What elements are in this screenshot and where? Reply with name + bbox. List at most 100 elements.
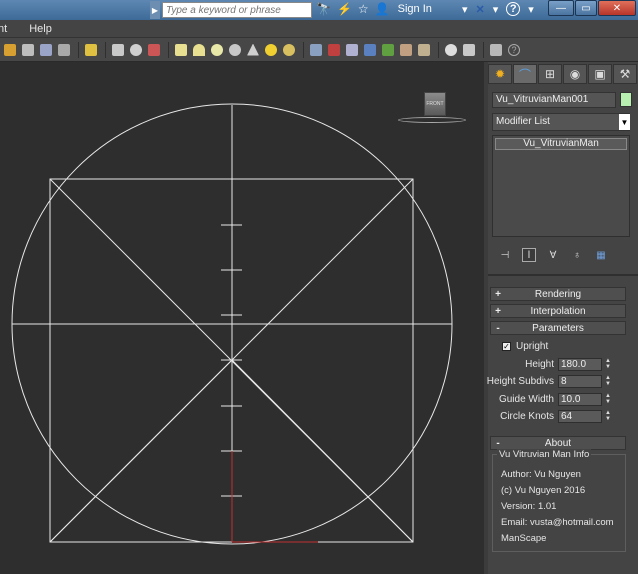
layer-manager-icon[interactable]: [22, 43, 34, 56]
about-version: Version: 1.01: [501, 501, 557, 512]
height-subdivs-spinner-icon[interactable]: ▲ ▼: [604, 375, 612, 388]
help-button[interactable]: ?: [506, 2, 521, 16]
maxscript-icon[interactable]: [490, 43, 502, 56]
circle-knots-spinner-icon[interactable]: ▲ ▼: [604, 410, 612, 423]
search-area: ▶: [150, 1, 312, 19]
modifier-list-dropdown[interactable]: Modifier List ▼: [492, 113, 630, 131]
make-unique-icon[interactable]: ∀: [546, 248, 560, 262]
binoculars-icon[interactable]: 🔭: [316, 2, 331, 16]
upright-label: Upright: [516, 341, 549, 352]
remove-modifier-icon[interactable]: ♁: [570, 248, 584, 262]
rollout-title: Rendering: [534, 288, 582, 300]
menu-item-edit[interactable]: nt: [0, 23, 17, 35]
systems-icon[interactable]: [400, 43, 412, 56]
sun-icon[interactable]: [265, 43, 277, 56]
chevron-down-icon[interactable]: ▼: [619, 114, 630, 130]
help-dropdown-icon[interactable]: ▾: [528, 3, 534, 16]
link-icon[interactable]: [310, 43, 322, 56]
toolbar-separator: [483, 41, 484, 58]
object-color-swatch[interactable]: [620, 92, 632, 107]
scene-explorer-icon[interactable]: [40, 43, 52, 56]
show-end-result-icon[interactable]: Ⅰ: [522, 248, 536, 262]
title-right-tools: ▾ ✕ ▾ ? ▾: [462, 2, 534, 16]
helpers-icon[interactable]: [418, 43, 430, 56]
rollout-interpolation[interactable]: + Interpolation: [490, 304, 626, 318]
folder-icon[interactable]: [4, 43, 16, 56]
light-icon[interactable]: [85, 43, 97, 56]
guide-width-input[interactable]: 10.0: [558, 393, 602, 406]
height-label: Height: [525, 359, 554, 370]
rollout-rendering[interactable]: + Rendering: [490, 287, 626, 301]
maximize-button[interactable]: ▭: [575, 0, 597, 16]
create-tab-icon[interactable]: ✹: [488, 64, 512, 84]
object-name-field[interactable]: Vu_VitruvianMan001: [492, 92, 616, 108]
toolbar-separator: [78, 41, 79, 58]
stack-item-vitruvian-man[interactable]: Vu_VitruvianMan: [495, 138, 627, 150]
torus-icon[interactable]: [229, 43, 241, 56]
configure-sets-icon[interactable]: ▦: [594, 248, 608, 262]
minimize-button[interactable]: —: [548, 0, 574, 16]
sign-in-dropdown-icon[interactable]: ▾: [462, 3, 468, 16]
about-group-title: Vu Vitruvian Man Info: [497, 449, 592, 460]
close-button[interactable]: ✕: [598, 0, 636, 16]
toolbar-separator: [105, 41, 106, 58]
rollout-title: About: [544, 437, 572, 449]
collapse-icon: -: [496, 437, 500, 449]
motion-tab-icon[interactable]: ◉: [563, 64, 587, 84]
toolbar-separator: [303, 41, 304, 58]
search-expand-arrow-icon[interactable]: ▶: [150, 1, 160, 19]
height-subdivs-input[interactable]: 8: [558, 375, 602, 388]
utilities-tab-icon[interactable]: ⚒: [613, 64, 637, 84]
particle-icon[interactable]: [364, 43, 376, 56]
toolbar-help-icon[interactable]: ?: [508, 43, 520, 56]
param-circle-knots: Circle Knots 64 ▲ ▼: [488, 410, 618, 424]
sign-in-button[interactable]: Sign In: [398, 3, 432, 15]
pin-stack-icon[interactable]: ⊣: [498, 248, 512, 262]
subscription-icon[interactable]: ⚡: [337, 2, 352, 16]
viewcube-compass-ring[interactable]: [398, 117, 466, 123]
viewport-front[interactable]: FRONT: [0, 62, 484, 574]
cone-icon[interactable]: [247, 43, 259, 56]
grid-icon[interactable]: [58, 43, 70, 56]
rollout-parameters[interactable]: - Parameters: [490, 321, 626, 335]
modifier-stack[interactable]: Vu_VitruvianMan: [492, 135, 630, 237]
box-primitive-icon[interactable]: [175, 43, 187, 56]
command-panel: ✹ ⌒ ⊞ ◉ ▣ ⚒ Vu_VitruvianMan001 Modifier …: [487, 62, 638, 574]
about-author: Author: Vu Nguyen: [501, 469, 581, 480]
guide-width-label: Guide Width: [498, 394, 554, 405]
viewcube[interactable]: FRONT: [398, 92, 466, 126]
hierarchy-tab-icon[interactable]: ⊞: [538, 64, 562, 84]
render-frame-icon[interactable]: [148, 43, 160, 56]
circle-knots-label: Circle Knots: [500, 411, 554, 422]
menu-item-help[interactable]: Help: [29, 23, 62, 35]
upright-checkbox[interactable]: ✓: [502, 342, 511, 351]
expand-icon: +: [495, 305, 501, 317]
height-spinner-icon[interactable]: ▲ ▼: [604, 358, 612, 371]
render-setup-icon[interactable]: [112, 43, 124, 56]
bind-icon[interactable]: [346, 43, 358, 56]
script-icon[interactable]: [463, 43, 475, 56]
main-toolbar: ?: [0, 38, 638, 62]
unlink-icon[interactable]: [328, 43, 340, 56]
viewcube-face-label[interactable]: FRONT: [424, 92, 446, 116]
exchange-dropdown-icon[interactable]: ▾: [493, 3, 499, 16]
height-input[interactable]: 180.0: [558, 358, 602, 371]
render-icon[interactable]: [445, 43, 457, 56]
modify-tab-icon[interactable]: ⌒: [513, 64, 537, 84]
hemisphere-icon[interactable]: [193, 43, 205, 56]
display-tab-icon[interactable]: ▣: [588, 64, 612, 84]
rollout-title: Interpolation: [530, 305, 586, 317]
user-icon[interactable]: 👤: [375, 2, 390, 16]
param-height-subdivs: Height Subdivs 8 ▲ ▼: [487, 375, 618, 389]
circle-knots-input[interactable]: 64: [558, 410, 602, 423]
exchange-x-icon[interactable]: ✕: [476, 3, 485, 16]
space-warp-icon[interactable]: [382, 43, 394, 56]
material-editor-icon[interactable]: [130, 43, 142, 56]
favorites-star-icon[interactable]: ☆: [358, 2, 369, 16]
sphere-icon[interactable]: [211, 43, 223, 56]
diagonal-line: [231, 359, 414, 543]
search-input[interactable]: [162, 2, 312, 18]
guide-width-spinner-icon[interactable]: ▲ ▼: [604, 393, 612, 406]
rollout-about[interactable]: - About: [490, 436, 626, 450]
geosphere-icon[interactable]: [283, 43, 295, 56]
